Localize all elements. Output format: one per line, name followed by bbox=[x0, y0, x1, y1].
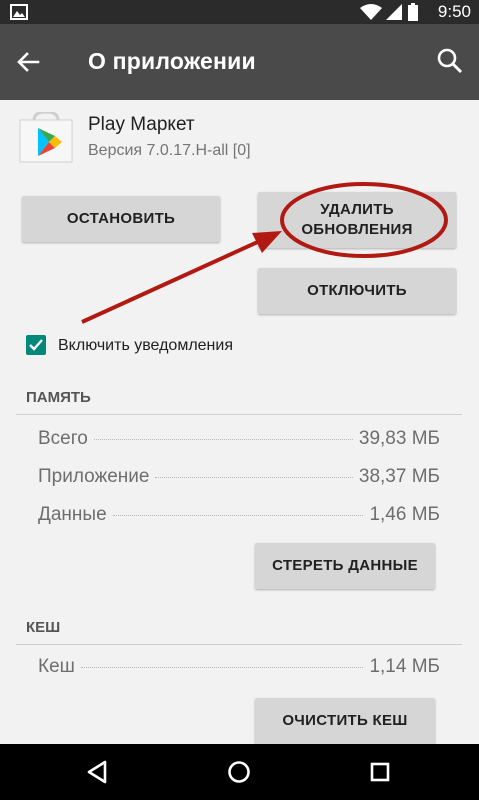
notifications-checkbox[interactable] bbox=[26, 335, 46, 355]
status-time: 9:50 bbox=[437, 2, 471, 21]
memory-row-value: 38,37 МБ bbox=[358, 466, 440, 487]
clear-data-button[interactable]: СТЕРЕТЬ ДАННЫЕ bbox=[255, 543, 435, 589]
notifications-label: Включить уведомления bbox=[58, 337, 233, 354]
wifi-icon bbox=[360, 4, 382, 25]
clear-cache-button[interactable]: ОЧИСТИТЬ КЕШ bbox=[255, 698, 435, 744]
image-icon bbox=[10, 4, 28, 25]
app-info-content: Play Маркет Версия 7.0.17.H-all [0] ОСТА… bbox=[0, 100, 479, 744]
cache-divider bbox=[16, 644, 462, 645]
memory-row-label: Приложение bbox=[38, 466, 150, 487]
navigation-bar bbox=[0, 744, 479, 800]
clear-data-button-label: СТЕРЕТЬ ДАННЫЕ bbox=[272, 557, 418, 574]
back-triangle-icon[interactable] bbox=[82, 756, 114, 788]
signal-icon bbox=[386, 4, 402, 25]
search-icon[interactable] bbox=[435, 46, 465, 76]
annotation-arrow-head bbox=[252, 231, 282, 253]
annotation-overlay bbox=[81, 182, 448, 324]
status-bar: 9:50 bbox=[0, 0, 479, 24]
page-title: О приложении bbox=[88, 48, 256, 74]
dot-leader bbox=[155, 477, 353, 478]
memory-row-app: Приложение 38,37 МБ bbox=[38, 466, 440, 492]
cache-row-value: 1,14 МБ bbox=[369, 656, 440, 677]
memory-section-header: ПАМЯТЬ bbox=[26, 389, 91, 406]
cache-row: Кеш 1,14 МБ bbox=[38, 656, 440, 682]
memory-row-data: Данные 1,46 МБ bbox=[38, 504, 440, 530]
cache-section-header: КЕШ bbox=[26, 619, 61, 636]
battery-icon bbox=[408, 3, 418, 26]
back-arrow-icon[interactable] bbox=[14, 48, 42, 76]
annotation-ellipse bbox=[280, 182, 448, 258]
memory-row-total: Всего 39,83 МБ bbox=[38, 428, 440, 454]
memory-row-label: Всего bbox=[38, 428, 88, 449]
clear-cache-button-label: ОЧИСТИТЬ КЕШ bbox=[282, 712, 408, 729]
cache-row-label: Кеш bbox=[38, 656, 75, 677]
memory-row-value: 1,46 МБ bbox=[369, 504, 440, 525]
app-bar: О приложении bbox=[0, 24, 479, 100]
dot-leader bbox=[80, 667, 364, 668]
home-circle-icon[interactable] bbox=[223, 756, 255, 788]
memory-row-label: Данные bbox=[38, 504, 107, 525]
recents-square-icon[interactable] bbox=[364, 756, 396, 788]
memory-divider bbox=[16, 414, 462, 415]
annotation-arrow-line bbox=[81, 238, 263, 324]
dot-leader bbox=[112, 515, 364, 516]
memory-row-value: 39,83 МБ bbox=[358, 428, 440, 449]
dot-leader bbox=[93, 439, 353, 440]
